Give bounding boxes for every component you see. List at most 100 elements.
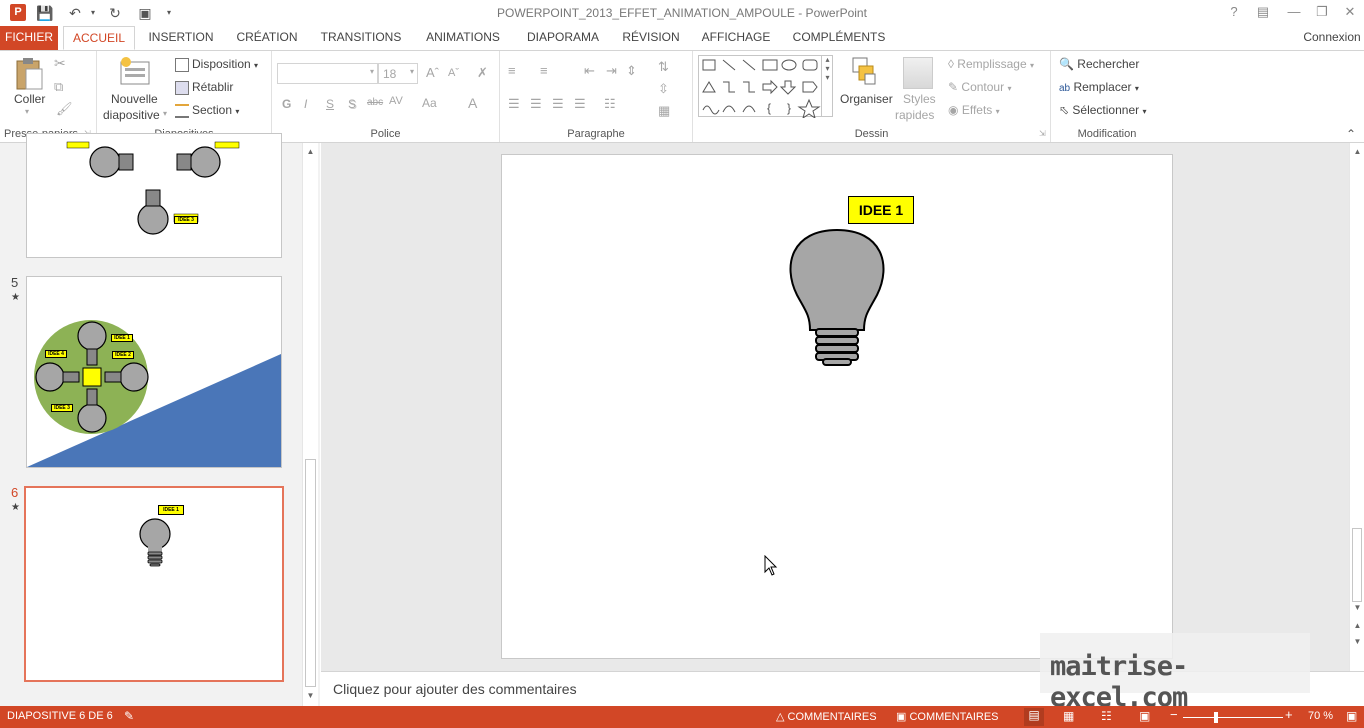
minimize-icon[interactable]: — (1282, 3, 1306, 21)
ribbon-display-icon[interactable]: ▤ (1251, 3, 1275, 21)
columns-icon[interactable]: ☷ (604, 96, 616, 112)
select-button[interactable]: ⬁ Sélectionner ▾ (1059, 103, 1146, 117)
slide-thumbnail-4[interactable]: IDEE 3 (26, 133, 282, 258)
justify-icon[interactable]: ☰ (574, 96, 586, 112)
smartart-icon[interactable]: ▦ (658, 103, 670, 119)
decrease-indent-icon[interactable]: ⇤ (584, 63, 595, 79)
new-slide-button-line2[interactable]: diapositive (103, 108, 160, 122)
slides-panel-scrollbar[interactable]: ▲ ▼ (302, 143, 318, 706)
editor-scrollbar-thumb[interactable] (1352, 528, 1362, 602)
slideshow-icon[interactable]: ▣ (1139, 709, 1150, 723)
font-size-field[interactable]: 18 ▾ (378, 63, 418, 84)
zoom-in-icon[interactable]: + (1285, 707, 1293, 722)
scroll-up-icon[interactable]: ▲ (303, 145, 318, 159)
align-center-icon[interactable]: ☰ (530, 96, 542, 112)
tab-complements[interactable]: COMPLÉMENTS (790, 26, 888, 50)
replace-button[interactable]: ab Remplacer ▾ (1059, 80, 1139, 94)
paste-dropdown-icon[interactable]: ▾ (25, 107, 29, 116)
arrange-icon[interactable] (849, 56, 879, 88)
scrollbar-thumb[interactable] (305, 459, 316, 687)
reading-view-icon[interactable]: ☷ (1101, 709, 1112, 723)
idee-label[interactable]: IDEE 1 (848, 196, 914, 224)
font-name-field[interactable]: ▾ (277, 63, 378, 84)
restore-icon[interactable]: ❐ (1310, 3, 1334, 21)
editor-scrollbar[interactable]: ▲ ▼ ▲ ▼ (1349, 143, 1364, 671)
previous-slide-icon[interactable]: ▲ (1350, 619, 1364, 633)
editor-scroll-up-icon[interactable]: ▲ (1350, 145, 1364, 159)
copy-icon[interactable]: ⧉ (54, 79, 63, 95)
spellcheck-icon[interactable]: ✎ (124, 709, 134, 723)
editor-scroll-down-icon[interactable]: ▼ (1350, 601, 1364, 615)
clear-format-icon[interactable]: ✗ (477, 65, 488, 81)
font-color-button[interactable]: A (468, 95, 477, 111)
tab-accueil[interactable]: ACCUEIL (63, 26, 135, 50)
zoom-out-icon[interactable]: − (1170, 707, 1178, 722)
notes-toggle[interactable]: △ COMMENTAIRES (776, 710, 877, 723)
new-slide-button-line1[interactable]: Nouvelle (111, 92, 158, 106)
quick-styles-icon[interactable] (903, 57, 933, 89)
underline-button[interactable]: S (326, 97, 334, 111)
shape-outline-button[interactable]: ✎ Contour ▾ (948, 80, 1011, 94)
tab-transitions[interactable]: TRANSITIONS (318, 26, 404, 50)
text-direction-icon[interactable]: ⇅ (658, 59, 669, 75)
collapse-ribbon-icon[interactable]: ⌃ (1346, 127, 1356, 141)
zoom-slider-thumb[interactable] (1214, 712, 1218, 723)
align-text-icon[interactable]: ⇳ (658, 81, 669, 97)
tab-insertion[interactable]: INSERTION (146, 26, 216, 50)
new-slide-icon[interactable] (119, 56, 151, 88)
zoom-level[interactable]: 70 % (1308, 710, 1333, 722)
bold-button[interactable]: G (282, 97, 291, 111)
zoom-slider[interactable] (1183, 717, 1283, 718)
shape-fill-button[interactable]: ◊ Remplissage ▾ (948, 57, 1034, 71)
tab-diaporama[interactable]: DIAPORAMA (522, 26, 604, 50)
new-slide-dropdown-icon[interactable]: ▾ (163, 109, 167, 118)
quick-styles-button-line2[interactable]: rapides (895, 108, 934, 122)
grow-font-icon[interactable]: Aˆ (426, 65, 439, 80)
scroll-down-icon[interactable]: ▼ (303, 689, 318, 703)
next-slide-icon[interactable]: ▼ (1350, 635, 1364, 649)
shadow-button[interactable]: S (348, 97, 356, 111)
tab-fichier[interactable]: FICHIER (0, 26, 58, 50)
char-spacing-button[interactable]: AV (389, 95, 403, 107)
tab-animations[interactable]: ANIMATIONS (420, 26, 506, 50)
cut-icon[interactable]: ✂ (54, 55, 66, 72)
slide-thumbnail-6[interactable]: IDEE 1 (24, 486, 284, 682)
numbering-icon[interactable]: ≡ (540, 63, 548, 78)
drawing-launcher-icon[interactable]: ⇲ (1039, 129, 1046, 138)
change-case-button[interactable]: Aa (422, 96, 437, 110)
strikethrough-button[interactable]: abc (367, 97, 383, 108)
close-icon[interactable]: ✕ (1338, 3, 1362, 21)
reset-button[interactable]: Rétablir (175, 80, 233, 95)
help-icon[interactable]: ? (1222, 3, 1246, 21)
tab-revision[interactable]: RÉVISION (620, 26, 682, 50)
binoculars-icon: 🔍 (1059, 57, 1074, 71)
paste-icon[interactable] (14, 57, 44, 93)
tab-creation[interactable]: CRÉATION (232, 26, 302, 50)
slide-thumbnail-5[interactable]: IDEE 1 IDEE 4 IDEE 2 IDEE 3 (26, 276, 282, 468)
shrink-font-icon[interactable]: Aˇ (448, 67, 459, 79)
italic-button[interactable]: I (304, 97, 307, 111)
align-left-icon[interactable]: ☰ (508, 96, 520, 112)
line-spacing-icon[interactable]: ⇕ (626, 63, 637, 79)
paste-button[interactable]: Coller (14, 92, 45, 106)
section-button[interactable]: Section ▾ (175, 103, 239, 118)
bullets-icon[interactable]: ≡ (508, 63, 516, 78)
shapes-gallery-scroll[interactable]: ▴ ▾ ▾ (821, 55, 833, 117)
current-slide[interactable]: IDEE 1 (501, 154, 1173, 659)
layout-button[interactable]: Disposition ▾ (175, 57, 258, 72)
lightbulb-shape[interactable] (502, 155, 1174, 660)
shape-effects-button[interactable]: ◉ Effets ▾ (948, 103, 1000, 117)
signin-link[interactable]: Connexion (1300, 26, 1364, 50)
shapes-gallery[interactable]: {} (698, 55, 833, 120)
normal-view-icon[interactable]: ▤ (1024, 708, 1044, 726)
align-right-icon[interactable]: ☰ (552, 96, 564, 112)
slide-sorter-icon[interactable]: ▦ (1063, 709, 1074, 723)
fit-slide-icon[interactable]: ▣ (1346, 709, 1357, 723)
format-painter-icon[interactable]: 🖌 (56, 101, 73, 117)
arrange-button[interactable]: Organiser (840, 92, 893, 106)
comments-toggle[interactable]: ▣ COMMENTAIRES (896, 710, 999, 723)
find-button[interactable]: 🔍 Rechercher (1059, 57, 1139, 71)
tab-affichage[interactable]: AFFICHAGE (698, 26, 774, 50)
quick-styles-button-line1[interactable]: Styles (903, 92, 936, 106)
increase-indent-icon[interactable]: ⇥ (606, 63, 617, 79)
